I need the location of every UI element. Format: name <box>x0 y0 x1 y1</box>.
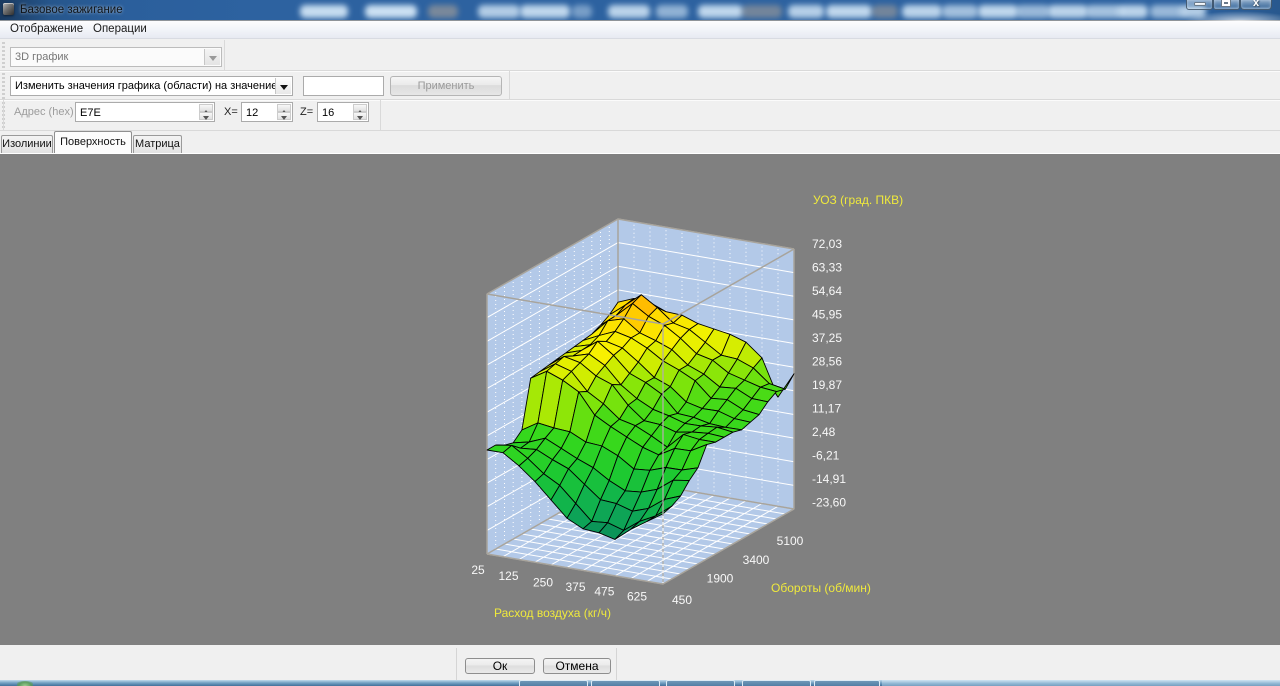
svg-text:5100: 5100 <box>777 534 804 548</box>
svg-text:Расход воздуха (кг/ч): Расход воздуха (кг/ч) <box>494 606 611 620</box>
svg-text:2,48: 2,48 <box>812 425 836 439</box>
svg-text:3400: 3400 <box>743 553 770 567</box>
svg-text:625: 625 <box>627 589 647 603</box>
svg-text:1900: 1900 <box>707 572 734 586</box>
svg-text:72,03: 72,03 <box>812 237 842 251</box>
svg-text:19,87: 19,87 <box>812 378 842 392</box>
svg-text:25: 25 <box>471 563 485 577</box>
svg-text:Обороты (об/мин): Обороты (об/мин) <box>771 581 871 595</box>
svg-text:45,95: 45,95 <box>812 308 842 322</box>
svg-text:-23,60: -23,60 <box>812 496 846 510</box>
svg-text:250: 250 <box>533 576 553 590</box>
svg-text:УОЗ (град. ПКВ): УОЗ (град. ПКВ) <box>813 193 903 207</box>
svg-text:-6,21: -6,21 <box>812 449 840 463</box>
svg-text:-14,91: -14,91 <box>812 472 846 486</box>
svg-text:54,64: 54,64 <box>812 284 842 298</box>
svg-text:63,33: 63,33 <box>812 261 842 275</box>
svg-text:125: 125 <box>498 569 518 583</box>
svg-text:450: 450 <box>672 593 692 607</box>
svg-text:375: 375 <box>565 580 585 594</box>
svg-text:28,56: 28,56 <box>812 355 842 369</box>
svg-text:475: 475 <box>594 585 614 599</box>
svg-text:11,17: 11,17 <box>812 402 841 416</box>
svg-text:37,25: 37,25 <box>812 331 842 345</box>
